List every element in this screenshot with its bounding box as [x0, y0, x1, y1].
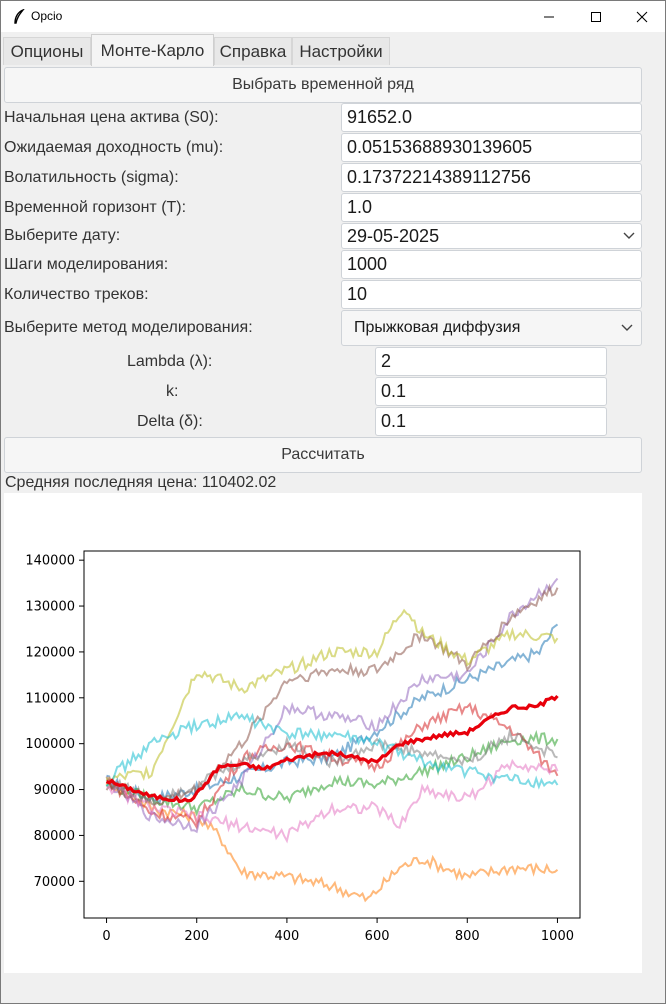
close-button[interactable]: [619, 1, 665, 32]
simulation-chart: 0 200 400 600 800 1000 70000 80000 90000 100000 11…: [4, 493, 642, 973]
x-tick-label: 1000: [541, 929, 574, 944]
maximize-button[interactable]: [573, 1, 619, 32]
s0-input[interactable]: 91652.0: [341, 103, 642, 132]
chevron-down-icon[interactable]: [621, 324, 633, 332]
y-tick-label: 90000: [34, 783, 75, 798]
date-picker[interactable]: 29-05-2025: [341, 223, 642, 249]
tab-bar: Опционы Монте-Карло Справка Настройки: [1, 32, 665, 66]
date-value: 29-05-2025: [347, 225, 440, 246]
calculate-button[interactable]: Рассчитать: [4, 437, 642, 473]
y-tick-label: 140000: [25, 554, 75, 569]
tracks-input[interactable]: 10: [341, 280, 642, 309]
k-input[interactable]: 0.1: [375, 377, 607, 406]
chevron-down-icon[interactable]: [623, 232, 635, 240]
x-tick-label: 600: [365, 929, 390, 944]
minimize-button[interactable]: [526, 1, 572, 32]
lambda-input[interactable]: 2: [375, 347, 607, 376]
date-label: Выберите дату:: [4, 227, 121, 244]
tab-options[interactable]: Опционы: [3, 37, 91, 65]
y-tick-label: 130000: [25, 600, 75, 615]
s0-label: Начальная цена актива (S0):: [4, 109, 219, 126]
y-tick-label: 120000: [25, 645, 75, 660]
app-window: Opcio Опционы Монте-Карло Справка Настро…: [0, 0, 666, 1004]
close-icon: [636, 11, 648, 22]
y-tick-label: 70000: [34, 875, 75, 890]
sigma-label: Волатильность (sigma):: [4, 169, 179, 186]
tab-help[interactable]: Справка: [214, 37, 292, 65]
tracks-label: Количество треков:: [4, 286, 149, 303]
y-tick-label: 80000: [34, 829, 75, 844]
minimize-icon: [544, 16, 554, 17]
x-tick-label: 0: [102, 929, 110, 944]
sigma-input[interactable]: 0.17372214389112756: [341, 163, 642, 192]
plot-frame: [83, 550, 581, 919]
mu-input[interactable]: 0.05153688930139605: [341, 133, 642, 162]
horizon-label: Временной горизонт (T):: [4, 199, 187, 216]
y-tick-label: 110000: [25, 691, 75, 706]
select-series-button[interactable]: Выбрать временной ряд: [4, 67, 642, 103]
method-label: Выберите метод моделирования:: [4, 319, 253, 336]
window-title: Opcio: [31, 9, 63, 23]
x-tick-label: 200: [184, 929, 209, 944]
method-value: Прыжковая диффузия: [354, 319, 521, 336]
maximize-icon: [591, 11, 601, 22]
steps-input[interactable]: 1000: [341, 250, 642, 279]
delta-label: Delta (δ):: [137, 413, 203, 430]
delta-input[interactable]: 0.1: [375, 407, 607, 436]
mu-label: Ожидаемая доходность (mu):: [4, 139, 224, 156]
method-select[interactable]: Прыжковая диффузия: [341, 310, 642, 346]
x-tick-label: 400: [274, 929, 299, 944]
mean-final-price: Средняя последняя цена: 110402.02: [5, 474, 277, 491]
y-tick-label: 100000: [25, 737, 75, 752]
feather-icon: [11, 8, 27, 25]
steps-label: Шаги моделирования:: [4, 256, 169, 273]
horizon-input[interactable]: 1.0: [341, 193, 642, 222]
lambda-label: Lambda (λ):: [127, 353, 213, 370]
x-tick-label: 800: [455, 929, 480, 944]
tab-settings[interactable]: Настройки: [292, 37, 390, 65]
chart-svg: 0 200 400 600 800 1000 70000 80000 90000 100000 11…: [25, 550, 581, 944]
title-bar: Opcio: [1, 1, 665, 32]
k-label: k:: [166, 383, 179, 400]
tab-monte-carlo[interactable]: Монте-Карло: [91, 34, 214, 66]
